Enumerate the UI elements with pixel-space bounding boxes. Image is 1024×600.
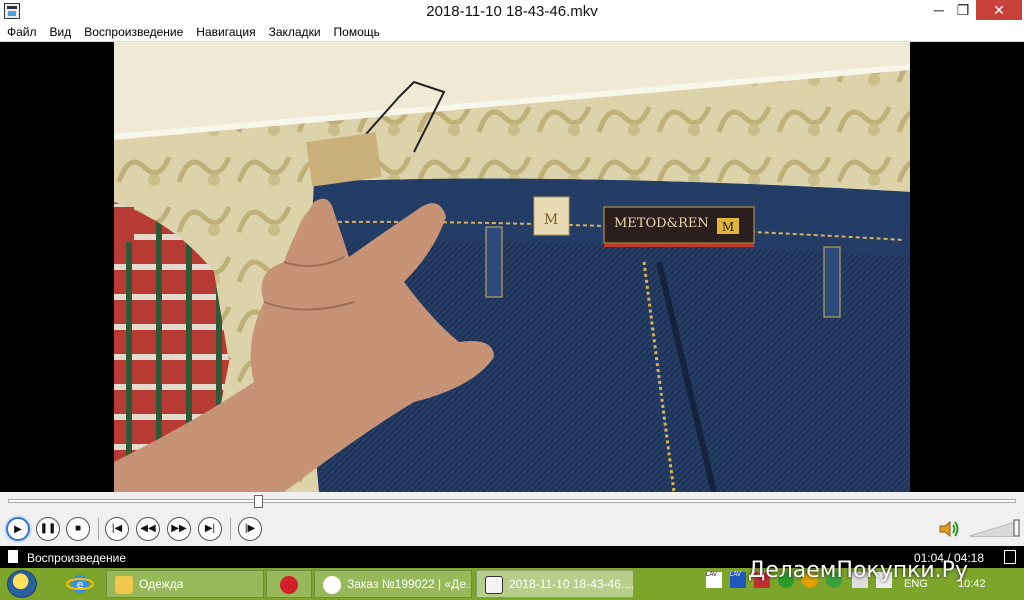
taskbar-item-label: Одежда xyxy=(139,577,184,591)
window-title: 2018-11-10 18-43-46.mkv xyxy=(426,3,598,20)
media-player-icon xyxy=(485,576,503,594)
volume-thumb xyxy=(1013,519,1020,537)
volume-slider[interactable] xyxy=(970,518,1020,538)
taskbar-item-browser[interactable]: Заказ №199022 | «Де... xyxy=(314,570,472,598)
menu-help[interactable]: Помощь xyxy=(327,22,386,39)
taskbar-item-folder[interactable]: Одежда xyxy=(106,570,264,598)
media-player-window: 2018-11-10 18-43-46.mkv ─ ❐ ✕ Файл Вид Вос… xyxy=(0,0,1024,600)
svg-text:e: e xyxy=(77,578,84,591)
taskbar-item-label: 2018-11-10 18-43-46.... xyxy=(509,577,634,591)
control-bar: ▶ ❚❚ ■ |◀ ◀◀ ▶▶ ▶| |▶ xyxy=(0,512,1024,546)
video-area[interactable]: M METOD&REN M xyxy=(0,42,1024,492)
brand-label-letter: M xyxy=(722,220,734,234)
taskbar-item-label: Заказ №199022 | «Де... xyxy=(347,577,472,591)
seek-area xyxy=(0,492,1024,512)
pause-button[interactable]: ❚❚ xyxy=(36,517,60,541)
menu-file[interactable]: Файл xyxy=(0,22,43,39)
document-icon xyxy=(8,550,18,563)
video-frame[interactable]: M METOD&REN M xyxy=(114,42,910,492)
next-button[interactable]: ▶| xyxy=(198,517,222,541)
seek-thumb[interactable] xyxy=(253,495,263,508)
status-text: Воспроизведение xyxy=(27,551,127,565)
brand-label-text: METOD&REN xyxy=(614,216,709,231)
menu-playback[interactable]: Воспроизведение xyxy=(77,22,189,39)
video-frame-image: M METOD&REN M xyxy=(114,42,910,492)
stop-button[interactable]: ■ xyxy=(66,517,90,541)
seek-bar[interactable] xyxy=(8,499,1016,503)
patch-letter: M xyxy=(544,212,558,228)
previous-button[interactable]: |◀ xyxy=(105,517,129,541)
lav-tray-icon[interactable]: LAV xyxy=(730,572,746,588)
rewind-button[interactable]: ◀◀ xyxy=(136,517,160,541)
opera-icon xyxy=(280,576,298,594)
taskbar-item-player[interactable]: 2018-11-10 18-43-46.... xyxy=(476,570,634,598)
close-button[interactable]: ✕ xyxy=(976,0,1022,20)
menu-bookmarks[interactable]: Закладки xyxy=(262,22,327,39)
folder-icon xyxy=(115,576,133,594)
language-indicator[interactable]: ENG xyxy=(904,578,928,590)
internet-explorer-icon[interactable]: e xyxy=(58,571,102,597)
frame-step-button[interactable]: |▶ xyxy=(238,517,262,541)
separator xyxy=(230,518,231,540)
start-button[interactable] xyxy=(7,570,37,598)
menu-navigation[interactable]: Навигация xyxy=(189,22,261,39)
menu-view[interactable]: Вид xyxy=(43,22,78,39)
restore-button[interactable]: ❐ xyxy=(948,0,978,20)
title-bar: 2018-11-10 18-43-46.mkv ─ ❐ ✕ xyxy=(0,0,1024,22)
menu-bar: Файл Вид Воспроизведение Навигация Закладки П… xyxy=(0,22,1024,42)
play-button[interactable]: ▶ xyxy=(6,517,30,541)
watermark: ДелаемПокупки.Ру xyxy=(748,558,968,583)
lav-tray-icon[interactable]: LAV xyxy=(706,572,722,588)
forward-button[interactable]: ▶▶ xyxy=(167,517,191,541)
yandex-icon xyxy=(323,576,341,594)
status-info-icon xyxy=(1004,550,1016,564)
clock[interactable]: 10:42 xyxy=(958,578,986,590)
speaker-icon[interactable] xyxy=(938,519,960,539)
taskbar-item-opera[interactable] xyxy=(266,570,312,598)
separator xyxy=(98,518,99,540)
